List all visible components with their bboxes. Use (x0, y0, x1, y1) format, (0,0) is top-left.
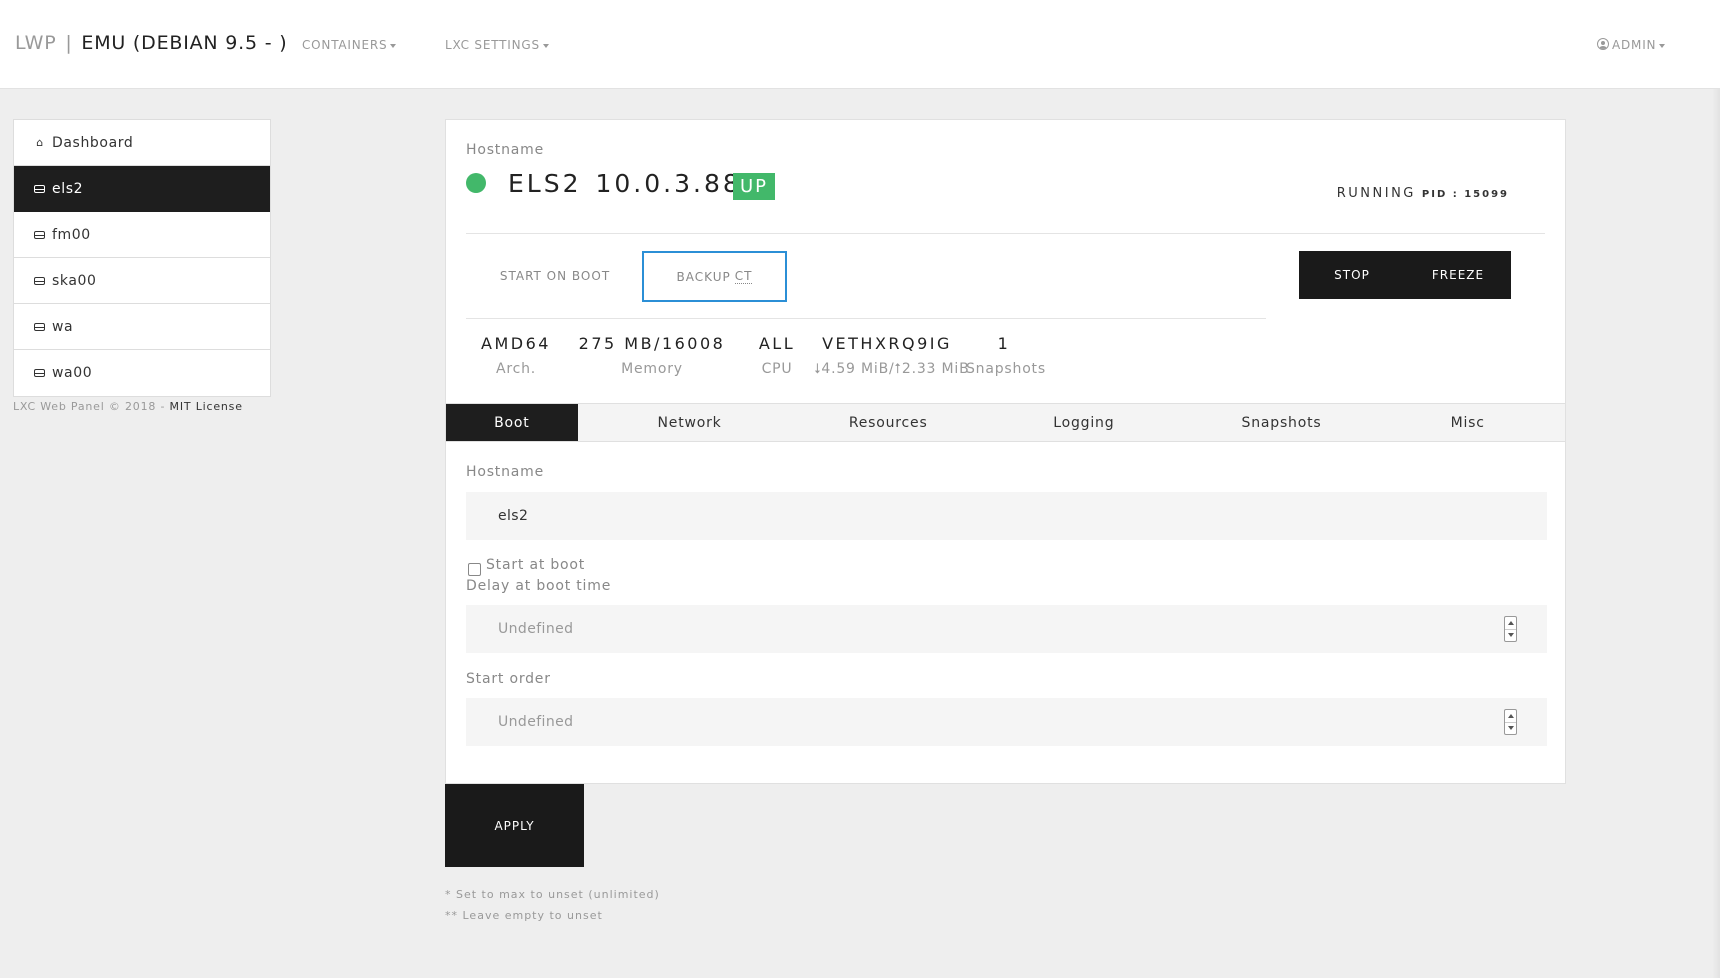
start-order-input[interactable]: Undefined (466, 698, 1547, 746)
stat-network-value: VETHXRQ9IG (822, 334, 952, 353)
container-name: ELS2 (508, 169, 582, 198)
stat-snapshots: 1 Snapshots (966, 334, 1046, 377)
footer-credit: LXC Web Panel © 2018 - MIT License (13, 400, 243, 413)
user-icon (1597, 38, 1609, 50)
brand-host: EMU (DEBIAN 9.5 - ) (81, 32, 288, 54)
stat-arch: AMD64 Arch. (480, 334, 552, 377)
stat-network-label: ⭣4.59 MiB/⭡2.33 MiB (814, 361, 970, 377)
backup-button[interactable]: BACKUP CT (642, 251, 787, 302)
freeze-button[interactable]: FREEZE (1405, 251, 1511, 299)
sidebar-item-ska00[interactable]: ska00 (14, 258, 270, 304)
delay-stepper[interactable] (1504, 616, 1517, 642)
stat-memory-label: Memory (621, 361, 683, 377)
apply-button[interactable]: APPLY (445, 784, 584, 867)
stop-button[interactable]: STOP (1299, 251, 1405, 299)
hdd-icon (34, 322, 45, 331)
stat-arch-value: AMD64 (481, 334, 551, 353)
stat-memory: 275 MB/16008 Memory (578, 334, 726, 377)
status-badge: UP (733, 173, 776, 200)
stat-cpu-label: CPU (761, 361, 793, 377)
sidebar-item-label: wa00 (52, 365, 93, 381)
footer-credit-text: LXC Web Panel © 2018 - (13, 400, 170, 413)
backup-ct-abbr: CT (734, 269, 753, 284)
tab-misc[interactable]: Misc (1370, 404, 1565, 441)
nav-lxc-settings-label: LXC SETTINGS (445, 38, 540, 52)
scrollbar-track[interactable] (1712, 89, 1720, 978)
sidebar-item-fm00[interactable]: fm00 (14, 212, 270, 258)
hdd-icon (34, 230, 45, 239)
container-ip: 10.0.3.88 (595, 169, 742, 198)
boot-form: Hostname els2 Start at boot Delay at boo… (445, 442, 1566, 784)
sidebar: ⌂ Dashboard els2 fm00 ska00 wa wa00 (13, 119, 271, 397)
home-icon: ⌂ (36, 136, 44, 149)
start-order-stepper[interactable] (1504, 709, 1517, 735)
nav-containers-label: CONTAINERS (302, 38, 388, 52)
delay-input[interactable]: Undefined (466, 605, 1547, 653)
note-unset-max: * Set to max to unset (unlimited) (445, 888, 660, 901)
delay-placeholder: Undefined (498, 621, 574, 637)
note-leave-empty: ** Leave empty to unset (445, 909, 603, 922)
hostname-input[interactable]: els2 (466, 492, 1547, 540)
nav-admin[interactable]: ADMIN (1597, 38, 1666, 52)
sidebar-item-label: Dashboard (52, 134, 134, 151)
sidebar-item-wa[interactable]: wa (14, 304, 270, 350)
container-panel: Hostname ELS2 10.0.3.88 UP RUNNING PID : 1… (445, 119, 1566, 404)
start-on-boot-button[interactable]: START ON BOOT (466, 251, 644, 301)
sidebar-item-label: ska00 (52, 272, 97, 289)
stat-snapshots-value: 1 (997, 334, 1011, 353)
running-label: RUNNING (1336, 186, 1416, 201)
tab-bar: Boot Network Resources Logging Snapshots… (445, 404, 1566, 442)
start-at-boot-checkbox[interactable] (468, 563, 481, 576)
hostname-label: Hostname (466, 142, 544, 158)
hdd-icon (34, 184, 45, 193)
stat-cpu: ALL CPU (755, 334, 799, 377)
divider (466, 318, 1266, 319)
stat-memory-value: 275 MB/16008 (578, 334, 726, 353)
sidebar-item-label: els2 (52, 180, 84, 197)
delay-label: Delay at boot time (466, 578, 612, 594)
sidebar-item-wa00[interactable]: wa00 (14, 350, 270, 396)
form-hostname-label: Hostname (466, 464, 544, 480)
tab-logging[interactable]: Logging (975, 404, 1193, 441)
stat-arch-label: Arch. (495, 361, 537, 377)
nav-admin-label: ADMIN (1612, 38, 1657, 52)
pid-value: PID : 15099 (1421, 189, 1509, 200)
top-navbar: LWP | EMU (DEBIAN 9.5 - ) CONTAINERS LXC… (0, 0, 1720, 89)
nav-lxc-settings[interactable]: LXC SETTINGS (445, 38, 549, 52)
start-order-label: Start order (466, 671, 551, 687)
caret-down-icon (542, 43, 549, 48)
hdd-icon (34, 369, 45, 377)
hdd-icon (34, 276, 45, 285)
start-at-boot-label: Start at boot (486, 557, 586, 573)
sidebar-item-dashboard[interactable]: ⌂ Dashboard (14, 120, 270, 166)
start-order-placeholder: Undefined (498, 714, 574, 730)
brand-separator: | (65, 32, 73, 54)
tab-snapshots[interactable]: Snapshots (1193, 404, 1371, 441)
brand[interactable]: LWP | EMU (DEBIAN 9.5 - ) (15, 32, 287, 54)
container-title: ELS2 10.0.3.88 (508, 169, 742, 198)
tab-network[interactable]: Network (578, 404, 802, 441)
backup-label: BACKUP (676, 269, 731, 284)
running-status: RUNNING PID : 15099 (1337, 186, 1509, 201)
tab-boot[interactable]: Boot (446, 404, 578, 441)
caret-down-icon (1659, 43, 1666, 48)
tab-resources[interactable]: Resources (801, 404, 975, 441)
sidebar-item-label: fm00 (52, 226, 91, 243)
sidebar-item-label: wa (52, 318, 74, 335)
stat-cpu-value: ALL (758, 334, 796, 353)
stat-snapshots-label: Snapshots (966, 361, 1046, 377)
nav-containers[interactable]: CONTAINERS (302, 38, 397, 52)
status-dot-icon (466, 173, 486, 193)
stat-network: VETHXRQ9IG ⭣4.59 MiB/⭡2.33 MiB (814, 334, 970, 377)
sidebar-item-els2[interactable]: els2 (14, 166, 270, 212)
caret-down-icon (390, 43, 397, 48)
license-link[interactable]: MIT License (170, 400, 243, 413)
divider (466, 233, 1545, 234)
power-button-group: STOP FREEZE (1299, 251, 1511, 299)
brand-lwp: LWP (15, 32, 57, 54)
